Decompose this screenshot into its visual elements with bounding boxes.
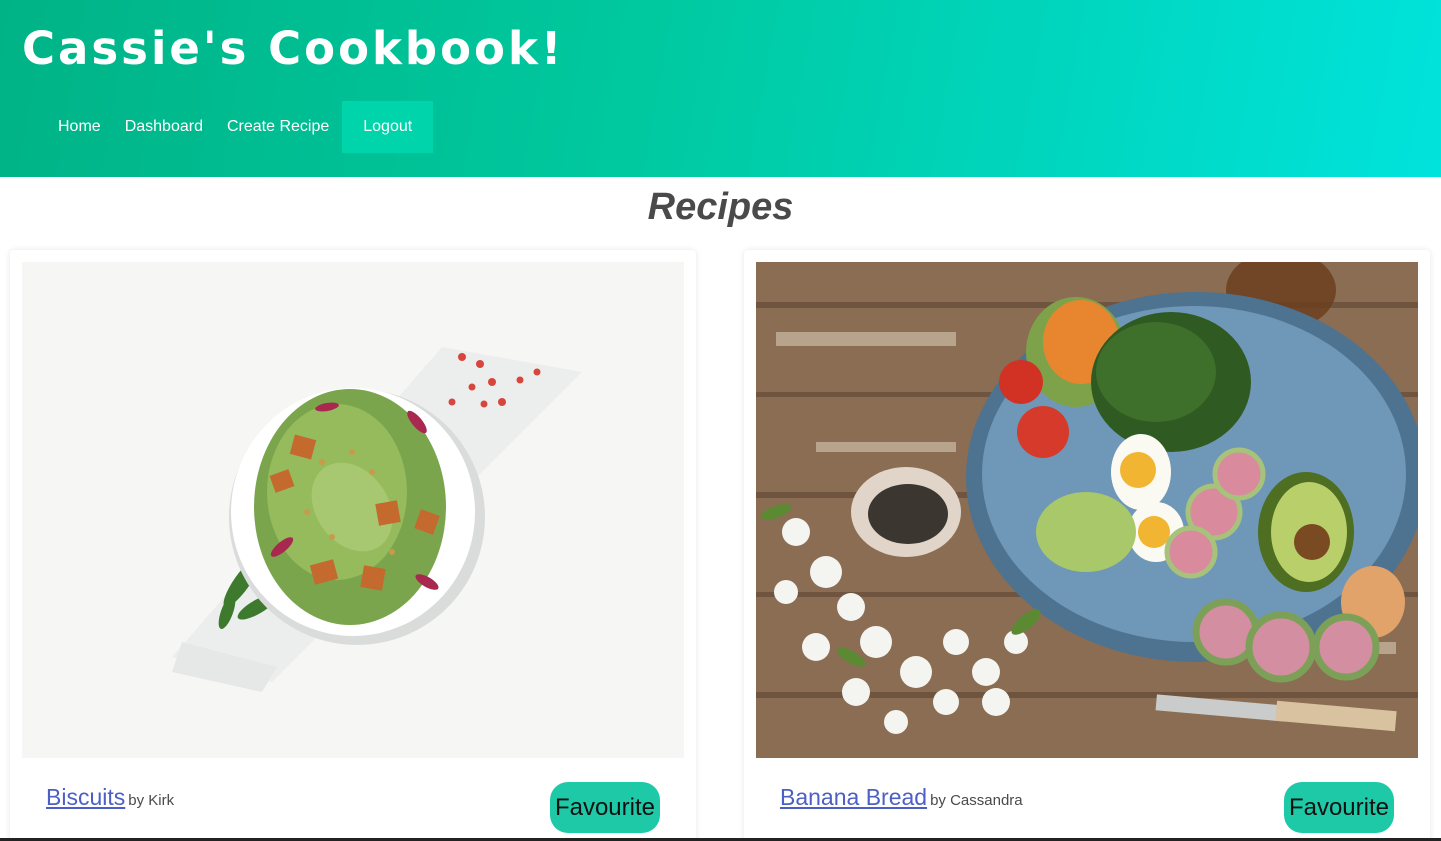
nav-dashboard[interactable]: Dashboard	[113, 101, 215, 153]
recipe-photo-salad-plate[interactable]	[756, 262, 1418, 758]
main-nav: Home Dashboard Create Recipe Logout	[46, 101, 434, 153]
recipe-name-link[interactable]: Banana Bread	[780, 784, 927, 810]
recipe-card: Biscuits by Kirk Favourite	[10, 250, 696, 841]
recipe-card: Banana Bread by Cassandra Favourite	[744, 250, 1430, 841]
nav-create-recipe[interactable]: Create Recipe	[215, 101, 341, 153]
nav-logout[interactable]: Logout	[342, 101, 434, 153]
site-header: Cassie's Cookbook! Home Dashboard Create…	[0, 0, 1441, 177]
nav-home[interactable]: Home	[46, 101, 113, 153]
recipe-title: Banana Bread by Cassandra	[780, 784, 1023, 811]
site-title: Cassie's Cookbook!	[22, 22, 565, 75]
favourite-button[interactable]: Favourite	[1283, 782, 1394, 833]
recipe-name-link[interactable]: Biscuits	[46, 784, 125, 810]
favourite-button[interactable]: Favourite	[549, 782, 660, 833]
recipe-photo-salad-bowl[interactable]	[22, 262, 684, 758]
recipe-author: by Kirk	[128, 792, 175, 809]
recipe-author: by Cassandra	[930, 792, 1023, 809]
recipe-card-footer: Biscuits by Kirk Favourite	[46, 780, 660, 836]
page-title: Recipes	[647, 186, 794, 228]
recipe-title: Biscuits by Kirk	[46, 784, 174, 811]
recipe-card-footer: Banana Bread by Cassandra Favourite	[780, 780, 1394, 836]
